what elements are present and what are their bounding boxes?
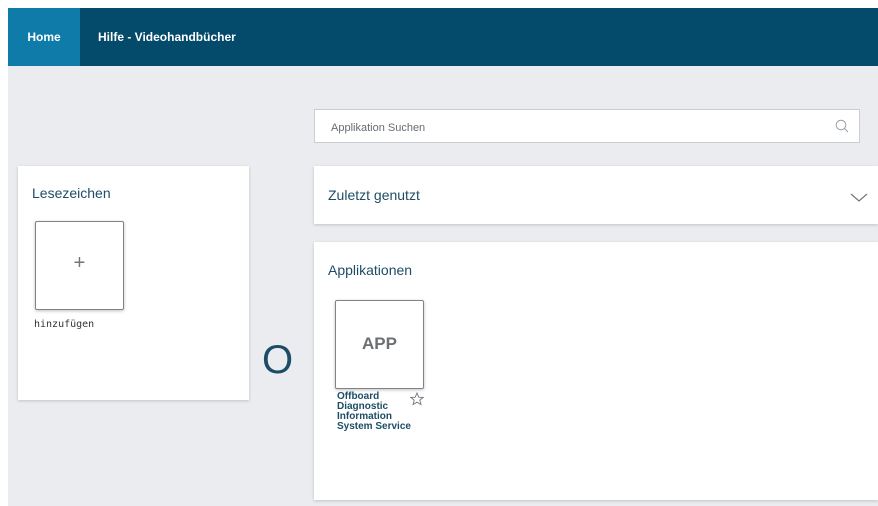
search-icon[interactable] <box>835 119 849 138</box>
plus-icon: + <box>73 252 86 274</box>
applications-title: Applikationen <box>328 262 413 278</box>
chevron-down-icon[interactable] <box>850 190 868 208</box>
recently-used-title: Zuletzt genutzt <box>328 187 420 203</box>
add-bookmark-label: hinzufügen <box>34 319 95 330</box>
app-tile[interactable]: APP <box>335 300 424 389</box>
bookmarks-title: Lesezeichen <box>32 185 111 201</box>
tab-home[interactable]: Home <box>8 8 80 66</box>
app-name-link[interactable]: Offboard Diagnostic Information System S… <box>337 392 417 432</box>
applications-card: Applikationen APP Offboard Diagnostic In… <box>314 242 878 500</box>
app-tile-label: APP <box>362 334 397 353</box>
top-navigation-bar: Home Hilfe - Videohandbücher <box>8 8 878 66</box>
bookmarks-card: Lesezeichen + hinzufügen <box>18 166 249 400</box>
add-bookmark-tile[interactable]: + <box>35 221 124 310</box>
search-input[interactable] <box>329 118 813 138</box>
tab-help-video-manuals[interactable]: Hilfe - Videohandbücher <box>98 8 236 66</box>
application-search-box[interactable] <box>314 109 860 143</box>
recently-used-card[interactable]: Zuletzt genutzt <box>314 166 878 224</box>
loading-indicator: O <box>262 338 294 382</box>
